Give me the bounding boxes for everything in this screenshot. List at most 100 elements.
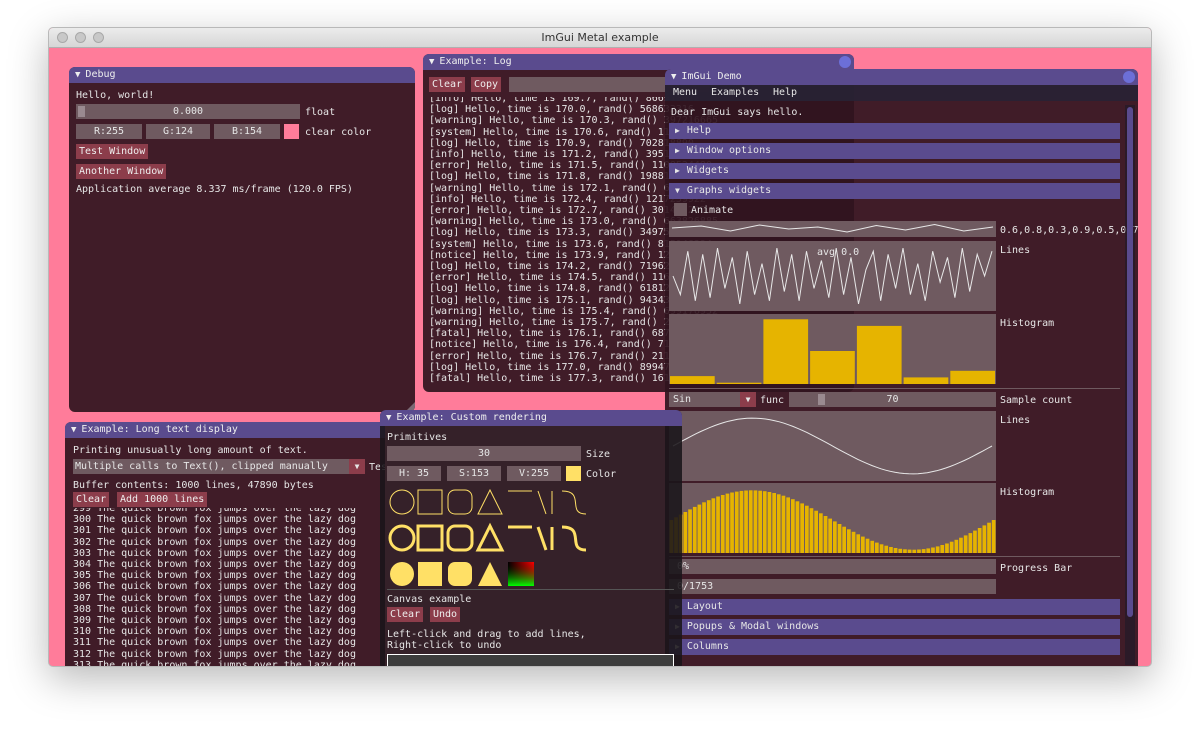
list-item: 305 The quick brown fox jumps over the l… xyxy=(73,570,356,582)
app-window: ImGui Metal example ▼ Debug Hello, world!… xyxy=(48,27,1152,667)
scrollbar[interactable] xyxy=(1125,105,1135,665)
long-text-region[interactable]: 299 The quick brown fox jumps over the l… xyxy=(73,508,373,666)
triangle-thick-icon xyxy=(475,522,505,552)
greeting-text: Dear ImGui says hello. xyxy=(671,107,804,118)
scrollbar-thumb[interactable] xyxy=(1127,107,1133,617)
histogram-bar xyxy=(875,542,879,553)
histogram-bar xyxy=(758,490,762,553)
clear-button[interactable]: Clear xyxy=(73,492,110,507)
collapse-triangle-icon[interactable]: ▼ xyxy=(671,69,676,85)
another-window-button[interactable]: Another Window xyxy=(76,164,167,179)
circle-thick-icon xyxy=(388,524,416,552)
debug-title-bar[interactable]: ▼ Debug xyxy=(69,67,415,83)
animate-checkbox[interactable] xyxy=(674,203,687,216)
help-header[interactable]: ▶ Help xyxy=(669,123,1120,139)
size-slider[interactable]: 30 xyxy=(387,446,581,461)
canvas-example-label: Canvas example xyxy=(387,594,472,605)
histogram-bar xyxy=(963,535,968,553)
log-copy-button[interactable]: Copy xyxy=(471,77,502,92)
frame-times-lines xyxy=(671,223,994,233)
histogram-bar xyxy=(767,492,772,553)
collapse-triangle-icon[interactable]: ▼ xyxy=(429,54,434,70)
histogram-bar xyxy=(725,493,730,553)
triangle-right-icon: ▶ xyxy=(675,146,680,155)
histogram-bar xyxy=(716,382,762,384)
slider-grab[interactable] xyxy=(818,394,825,405)
color-swatch[interactable] xyxy=(566,466,581,481)
func-combo[interactable]: Sin ▼ xyxy=(669,392,756,407)
log-clear-button[interactable]: Clear xyxy=(429,77,466,92)
test-type-combo[interactable]: Multiple calls to Text(), clipped manual… xyxy=(73,459,365,474)
square-outline-icon xyxy=(417,489,443,515)
progress-bar-label: Progress Bar xyxy=(1000,563,1073,574)
menu-help[interactable]: Help xyxy=(773,87,797,98)
log-title-bar[interactable]: ▼ Example: Log xyxy=(423,54,854,70)
demo-title-bar[interactable]: ▼ ImGui Demo xyxy=(665,69,1138,85)
columns-header[interactable]: ▶Columns xyxy=(669,639,1120,655)
imgui-canvas[interactable]: ▼ Debug Hello, world! 0.000 float R:255 G… xyxy=(49,48,1151,666)
custom-title-bar[interactable]: ▼ Example: Custom rendering xyxy=(380,410,682,426)
clear-color-swatch[interactable] xyxy=(284,124,299,139)
histogram-bar xyxy=(716,496,720,553)
collapse-triangle-icon[interactable]: ▼ xyxy=(71,422,76,438)
histogram-bar xyxy=(791,499,795,553)
histogram-bar xyxy=(856,325,902,384)
collapse-triangle-icon[interactable]: ▼ xyxy=(75,67,80,83)
float-slider[interactable]: 0.000 xyxy=(76,104,300,119)
histogram-bar xyxy=(683,512,688,553)
window-options-header[interactable]: ▶ Window options xyxy=(669,143,1120,159)
histogram-bar xyxy=(931,547,935,553)
list-item: 304 The quick brown fox jumps over the l… xyxy=(73,559,356,571)
histogram-plot[interactable] xyxy=(669,314,996,384)
chevron-down-icon: ▼ xyxy=(349,459,365,474)
menu-menu[interactable]: Menu xyxy=(673,87,697,98)
sin-lines-plot[interactable] xyxy=(669,411,996,481)
lines-avg-overlay: avg 0.0 xyxy=(817,247,860,258)
circle-filled-icon xyxy=(390,562,414,586)
slider-grab[interactable] xyxy=(78,106,85,117)
histogram-bar xyxy=(949,541,954,553)
color-r-field[interactable]: R:255 xyxy=(76,124,142,139)
color-s-field[interactable]: S:153 xyxy=(447,466,501,481)
widgets-header[interactable]: ▶ Widgets xyxy=(669,163,1120,179)
sin-histogram-label: Histogram xyxy=(1000,487,1055,498)
histogram-bar xyxy=(772,493,776,553)
progress-count: 0/1753 xyxy=(669,579,996,594)
histogram-bar xyxy=(865,538,870,553)
menu-examples[interactable]: Examples xyxy=(711,87,759,98)
histogram-bar xyxy=(889,547,893,553)
color-b-field[interactable]: B:154 xyxy=(214,124,280,139)
canvas-undo-button[interactable]: Undo xyxy=(430,607,461,622)
color-g-field[interactable]: G:124 xyxy=(146,124,210,139)
sample-count-slider[interactable]: 70 xyxy=(789,392,996,407)
color-h-field[interactable]: H: 35 xyxy=(387,466,441,481)
zoom-window-button[interactable] xyxy=(93,32,104,43)
square-thick-icon xyxy=(416,524,444,552)
close-window-button[interactable] xyxy=(57,32,68,43)
graphs-widgets-header[interactable]: ▼ Graphs widgets xyxy=(669,183,1120,199)
color-v-field[interactable]: V:255 xyxy=(507,466,561,481)
histogram-bar xyxy=(973,530,977,553)
buffer-contents: Buffer contents: 1000 lines, 47890 bytes xyxy=(73,480,314,491)
add-lines-button[interactable]: Add 1000 lines xyxy=(117,492,208,507)
popups-header[interactable]: ▶Popups & Modal windows xyxy=(669,619,1120,635)
histogram-bar xyxy=(893,548,898,553)
collapse-triangle-icon[interactable]: ▼ xyxy=(386,410,391,426)
histogram-bar xyxy=(870,540,875,553)
canvas-clear-button[interactable]: Clear xyxy=(387,607,424,622)
lines-plot[interactable]: avg 0.0 xyxy=(669,241,996,311)
histogram-bar xyxy=(800,503,804,553)
close-icon[interactable] xyxy=(839,56,851,68)
long-text-title-bar[interactable]: ▼ Example: Long text display xyxy=(65,422,385,438)
test-window-button[interactable]: Test Window xyxy=(76,144,149,159)
histogram-bar xyxy=(809,508,814,553)
frame-times-plot[interactable] xyxy=(669,221,996,237)
minimize-window-button[interactable] xyxy=(75,32,86,43)
drawing-canvas[interactable] xyxy=(387,654,674,666)
sin-histogram-plot[interactable] xyxy=(669,483,996,553)
histogram-bar xyxy=(762,491,767,553)
line-diagonal-thick-icon xyxy=(536,526,548,551)
close-icon[interactable] xyxy=(1123,71,1135,83)
layout-header[interactable]: ▶Layout xyxy=(669,599,1120,615)
list-item: 307 The quick brown fox jumps over the l… xyxy=(73,592,356,604)
